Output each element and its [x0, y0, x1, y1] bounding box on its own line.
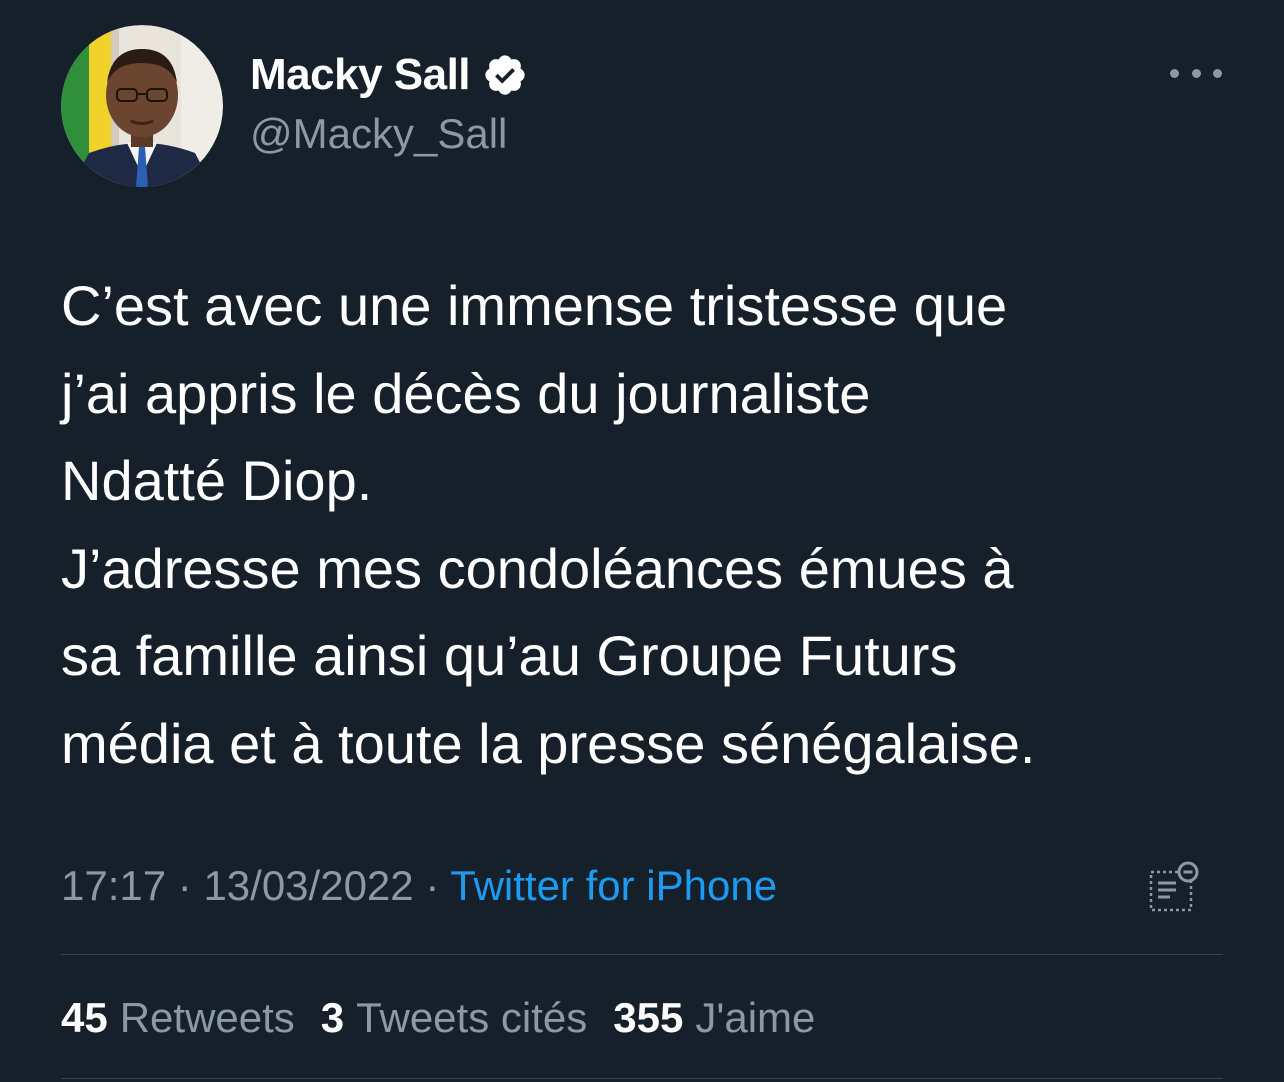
tweet-text-line: Ndatté Diop.: [61, 449, 373, 512]
tweet-detail: Macky Sall @Macky_Sall C’est avec une im…: [0, 0, 1284, 1082]
meta-separator: ·: [425, 862, 451, 909]
tweet-text-line: média et à toute la presse sénégalaise.: [61, 711, 1036, 775]
meta-separator: ·: [177, 862, 204, 909]
dot: [1170, 68, 1179, 78]
verified-badge-icon: [482, 52, 528, 98]
tweet-time[interactable]: 17:17: [61, 862, 166, 909]
author-handle[interactable]: @Macky_Sall: [250, 108, 507, 160]
likes-label: J'aime: [695, 994, 816, 1041]
more-options-icon[interactable]: [1170, 58, 1222, 88]
tweet-text-line: J’adresse mes condoléances émues à: [61, 536, 1014, 600]
tweet-text-line: C’est avec une immense tristesse que: [61, 274, 1008, 337]
retweets-stat[interactable]: 45 Retweets: [61, 990, 295, 1046]
retweets-count: 45: [61, 994, 108, 1041]
likes-stat[interactable]: 355 J'aime: [613, 990, 815, 1046]
divider: [61, 954, 1223, 955]
dot: [1191, 68, 1201, 78]
quote-tweets-label: Tweets cités: [356, 994, 588, 1041]
tweet-meta: 17:17 · 13/03/2022 · Twitter for iPhone: [61, 858, 777, 914]
divider: [61, 1078, 1223, 1079]
tweet-analytics-icon[interactable]: [1146, 858, 1204, 916]
engagement-stats: 45 Retweets 3 Tweets cités 355 J'aime: [61, 990, 815, 1046]
tweet-text: C’est avec une immense tristesse que j’a…: [61, 262, 1241, 787]
quote-tweets-stat[interactable]: 3 Tweets cités: [321, 990, 587, 1046]
avatar[interactable]: [61, 25, 223, 187]
avatar-image: [61, 25, 223, 187]
dot: [1213, 68, 1222, 78]
quote-tweets-count: 3: [320, 994, 345, 1041]
display-name[interactable]: Macky Sall: [250, 48, 471, 102]
author-name-row[interactable]: Macky Sall: [250, 48, 528, 102]
likes-count: 355: [613, 994, 684, 1041]
tweet-source-link[interactable]: Twitter for iPhone: [450, 862, 777, 909]
tweet-date[interactable]: 13/03/2022: [203, 862, 413, 909]
retweets-label: Retweets: [119, 994, 295, 1041]
tweet-text-line: j’ai appris le décès du journaliste: [61, 361, 871, 425]
tweet-text-line: sa famille ainsi qu’au Groupe Futurs: [61, 624, 958, 687]
